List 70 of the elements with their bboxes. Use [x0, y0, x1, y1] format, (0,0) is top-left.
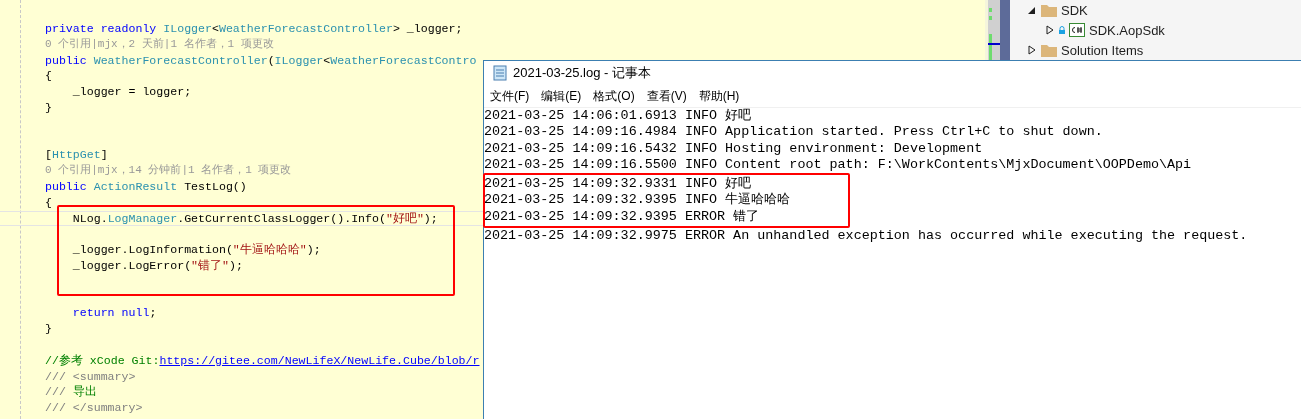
log-line: 2021-03-25 14:09:32.9395 INFO 牛逼哈哈哈	[484, 192, 792, 209]
codelens-info: 0 个引用|mjx，2 天前|1 名作者，1 项更改	[45, 37, 274, 50]
code-token: }	[45, 322, 52, 336]
code-token: {	[45, 69, 52, 83]
folder-icon	[1041, 3, 1057, 17]
code-editor[interactable]	[0, 0, 483, 419]
codelens-info: 0 个引用|mjx，14 分钟前|1 名作者，1 项更改	[45, 164, 292, 177]
code-token: _logger.LogError(	[71, 258, 192, 272]
string-literal: "错了"	[191, 258, 230, 272]
notepad-icon	[493, 65, 507, 81]
code-token: );	[306, 243, 321, 257]
code-token: NLog.	[71, 211, 108, 225]
log-line: 2021-03-25 14:09:16.5432 INFO Hosting environment: Development	[484, 140, 984, 157]
log-line: 2021-03-25 14:09:32.9975 ERROR An unhandled exception has occurred while executing the request.	[484, 228, 1249, 245]
string-literal: "好吧"	[385, 211, 424, 225]
csharp-project-icon	[1069, 23, 1085, 37]
menu-item[interactable]: 文件(F)	[490, 87, 530, 105]
code-comment: 导出	[72, 385, 97, 399]
code-token: (	[267, 53, 275, 67]
menu-item[interactable]: 编辑(E)	[541, 87, 582, 105]
code-token: );	[229, 258, 243, 272]
code-token: _logger = logger;	[71, 85, 192, 99]
code-token: _logger.LogInformation(	[71, 243, 233, 257]
comment-link[interactable]: https://gitee.com/NewLifeX/NewLife.Cube/blob/r	[159, 353, 480, 367]
code-token: <	[212, 22, 219, 35]
log-line: 2021-03-25 14:09:32.9331 INFO 好吧	[484, 176, 753, 192]
code-token: > _logger;	[392, 22, 463, 35]
code-comment: //参考 xCode Git:	[45, 353, 160, 367]
code-token: TestLog()	[183, 179, 247, 193]
code-token: ILogger	[274, 53, 324, 67]
expanded-arrow-icon[interactable]	[1027, 5, 1037, 15]
code-token: ILogger	[163, 22, 212, 35]
code-token: {	[45, 195, 52, 209]
code-token: WeatherForecastContro	[330, 53, 477, 67]
window-title: 2021-03-25.log - 记事本	[513, 64, 651, 82]
code-token: public	[45, 179, 88, 193]
log-line: 2021-03-25 14:09:16.5500 INFO Content root path: F:\WorkContents\MjxDocument\OOPDemo\Api	[484, 156, 1193, 174]
menu-item[interactable]: 查看(V)	[646, 87, 687, 105]
code-token: }	[45, 101, 52, 114]
code-token: .GetCurrentClassLogger().Info(	[177, 211, 386, 225]
code-token: ;	[149, 306, 157, 320]
code-token: private readonly	[45, 22, 158, 35]
folder-icon	[1041, 43, 1057, 57]
collapsed-arrow-icon[interactable]	[1027, 45, 1037, 55]
tree-item-label[interactable]: SDK.AopSdk	[1089, 22, 1165, 38]
code-token: public	[45, 53, 88, 67]
code-token: WeatherForecastController	[218, 22, 393, 35]
overview-ruler[interactable]	[985, 0, 1000, 60]
log-line: 2021-03-25 14:09:32.9395 ERROR 错了	[484, 208, 761, 226]
code-token: LogManager	[107, 211, 178, 225]
collapsed-arrow-icon[interactable]	[1045, 25, 1055, 35]
code-token: [	[45, 148, 52, 162]
code-token: );	[423, 211, 438, 225]
code-token: return null	[71, 306, 150, 320]
code-token: ActionResult	[93, 179, 178, 193]
code-token: HttpGet	[51, 148, 101, 162]
tree-item-label[interactable]: Solution Items	[1061, 42, 1144, 58]
log-line: 2021-03-25 14:09:16.4984 INFO Application started. Press Ctrl+C to shut down.	[484, 124, 1104, 141]
code-token: <	[323, 53, 331, 67]
lock-icon	[1059, 26, 1065, 34]
string-literal: "牛逼哈哈哈"	[232, 243, 307, 257]
code-token: WeatherForecastController	[93, 53, 268, 67]
code-token: ]	[100, 148, 108, 162]
doc-comment: /// <summary>	[45, 369, 136, 383]
doc-comment: ///	[45, 385, 67, 399]
menu-item[interactable]: 帮助(H)	[698, 87, 740, 105]
menu-item[interactable]: 格式(O)	[593, 87, 635, 105]
tree-item-label[interactable]: SDK	[1061, 2, 1088, 18]
doc-comment: /// </summary>	[45, 401, 143, 415]
log-line: 2021-03-25 14:06:01.6913 INFO 好吧	[484, 108, 753, 125]
